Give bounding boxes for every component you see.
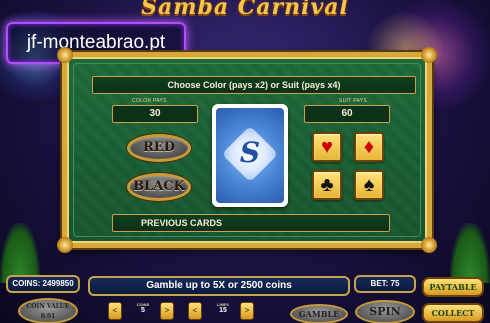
coins-balance: COINS: 2499850 bbox=[6, 275, 80, 293]
bet-display: BET: 75 bbox=[354, 275, 416, 293]
color-pays-value: 30 bbox=[112, 105, 198, 123]
coins-value: 5 bbox=[141, 307, 145, 314]
coin-value: 0.01 bbox=[40, 313, 56, 320]
spades-button[interactable]: ♠ bbox=[354, 170, 384, 200]
lines-increase-button[interactable]: > bbox=[240, 302, 254, 320]
coins-decrease-button[interactable]: < bbox=[108, 302, 122, 320]
game-title: Samba Carnival bbox=[141, 0, 349, 20]
collect-button[interactable]: COLLECT bbox=[422, 303, 484, 323]
gamble-instructions: Choose Color (pays x2) or Suit (pays x4) bbox=[92, 76, 416, 94]
card-back: S bbox=[216, 108, 284, 203]
palm-left bbox=[0, 223, 40, 283]
diamonds-icon: ♦ bbox=[363, 136, 375, 158]
palm-right bbox=[450, 223, 490, 283]
spades-icon: ♠ bbox=[363, 174, 375, 196]
message-bar: Gamble up to 5X or 2500 coins bbox=[88, 276, 350, 296]
gamble-card: S bbox=[212, 104, 288, 207]
lines-stepper: < LINES 15 > bbox=[188, 302, 258, 322]
gamble-button[interactable]: GAMBLE bbox=[290, 304, 348, 323]
previous-cards-bar: PREVIOUS CARDS bbox=[112, 214, 390, 232]
lines-value-display: LINES 15 bbox=[210, 302, 236, 322]
gamble-panel: Choose Color (pays x2) or Suit (pays x4)… bbox=[57, 47, 437, 253]
red-button[interactable]: RED bbox=[127, 134, 191, 162]
clubs-icon: ♣ bbox=[320, 174, 334, 196]
coin-value-button[interactable]: COIN VALUE 0.01 bbox=[18, 298, 78, 323]
spin-button[interactable]: SPIN bbox=[355, 300, 415, 323]
corner-ornament bbox=[57, 47, 73, 63]
coins-value-display: COINS 5 bbox=[130, 302, 156, 322]
hearts-button[interactable]: ♥ bbox=[312, 132, 342, 162]
lines-value: 15 bbox=[219, 307, 227, 314]
coin-value-label: COIN VALUE bbox=[26, 303, 70, 310]
clubs-button[interactable]: ♣ bbox=[312, 170, 342, 200]
color-pays-label: COLOR PAYS bbox=[132, 98, 167, 104]
lines-decrease-button[interactable]: < bbox=[188, 302, 202, 320]
suit-pays-label: SUIT PAYS bbox=[339, 98, 367, 104]
hearts-icon: ♥ bbox=[321, 136, 333, 158]
corner-ornament bbox=[421, 237, 437, 253]
black-button[interactable]: BLACK bbox=[127, 173, 191, 201]
paytable-button[interactable]: PAYTABLE bbox=[422, 277, 484, 297]
corner-ornament bbox=[57, 237, 73, 253]
gamble-panel-inner: Choose Color (pays x2) or Suit (pays x4)… bbox=[73, 63, 421, 237]
card-letter: S bbox=[239, 136, 261, 169]
coins-stepper: < COINS 5 > bbox=[108, 302, 178, 322]
corner-ornament bbox=[421, 47, 437, 63]
coins-increase-button[interactable]: > bbox=[160, 302, 174, 320]
suit-pays-value: 60 bbox=[304, 105, 390, 123]
diamonds-button[interactable]: ♦ bbox=[354, 132, 384, 162]
